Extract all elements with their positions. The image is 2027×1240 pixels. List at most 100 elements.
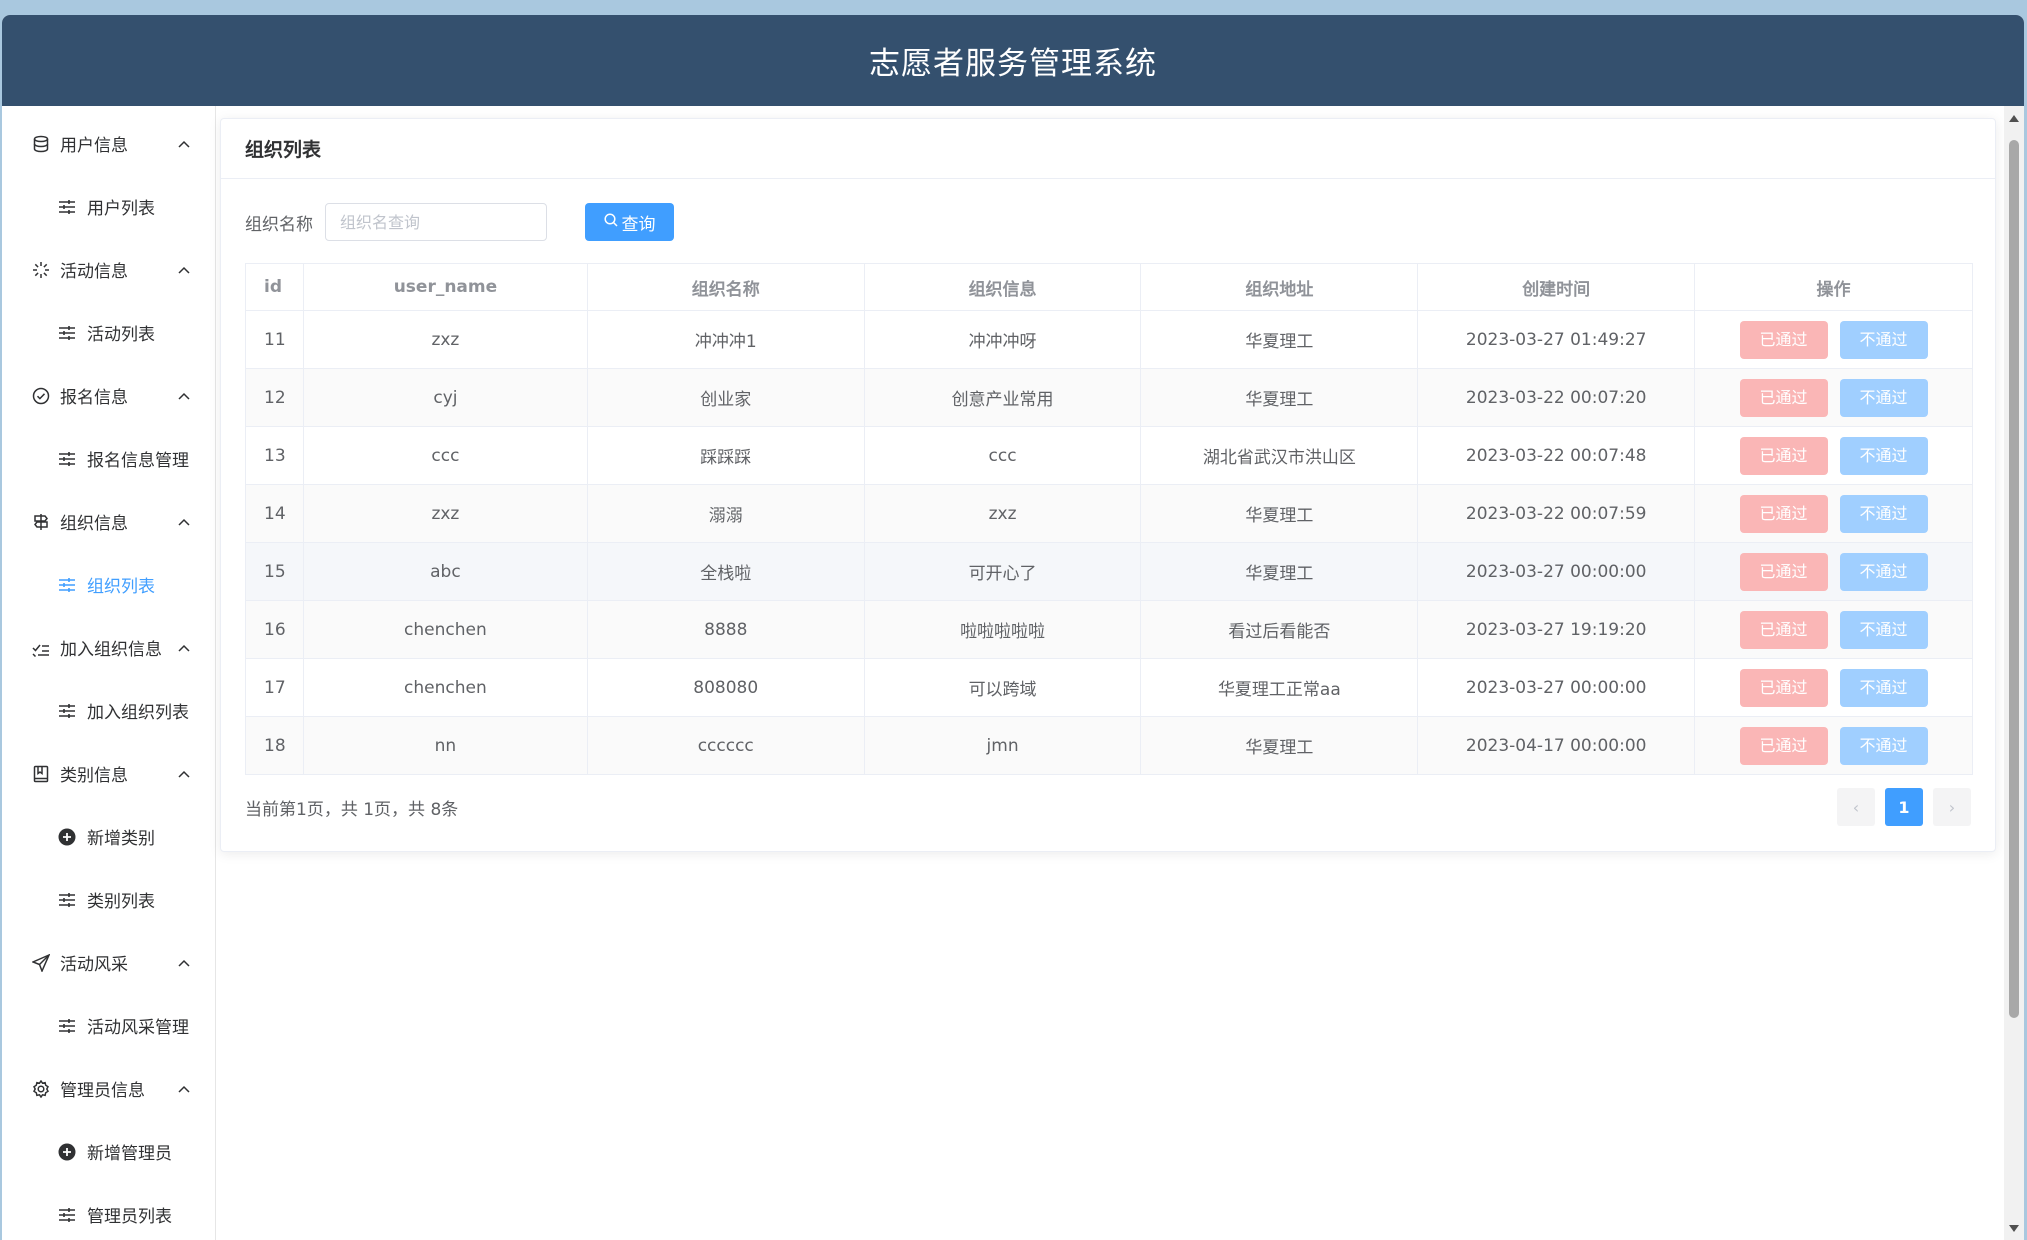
cell-created-time: 2023-03-27 00:00:00 [1417, 658, 1696, 717]
plus-circle-icon [57, 827, 77, 847]
reject-button[interactable]: 不通过 [1839, 668, 1928, 707]
approved-button[interactable]: 已通过 [1739, 320, 1828, 359]
next-page-button[interactable]: › [1933, 788, 1971, 826]
menu-group-user-info: 用户信息 用户列表 [2, 112, 215, 238]
menu-group-join-org-info: 加入组织信息 加入组织列表 [2, 616, 215, 742]
table-row[interactable]: 17 chenchen 808080 可以跨域 华夏理工正常aa 2023-03… [245, 658, 1973, 717]
sidebar-item-join-org-list[interactable]: 加入组织列表 [2, 679, 215, 742]
sidebar-item-user-list[interactable]: 用户列表 [2, 175, 215, 238]
reject-button[interactable]: 不通过 [1839, 552, 1928, 591]
column-header-created-time[interactable]: 创建时间 [1417, 263, 1696, 311]
sidebar-item-add-admin[interactable]: 新增管理员 [2, 1120, 215, 1183]
table-row[interactable]: 11 zxz 冲冲冲1 冲冲冲呀 华夏理工 2023-03-27 01:49:2… [245, 310, 1973, 369]
column-header-org-name[interactable]: 组织名称 [586, 263, 865, 311]
cell-org-name: 冲冲冲1 [586, 310, 865, 369]
reject-button[interactable]: 不通过 [1839, 610, 1928, 649]
cell-user-name: zxz [302, 484, 588, 543]
chevron-up-icon [177, 767, 191, 781]
sidebar-item-label: 用户列表 [87, 199, 155, 219]
column-header-id[interactable]: id [245, 263, 304, 311]
menu-title-label: 活动风采 [60, 955, 128, 975]
cell-org-name: 溺溺 [586, 484, 865, 543]
column-header-user-name[interactable]: user_name [302, 263, 588, 311]
table-row[interactable]: 15 abc 全栈啦 可开心了 华夏理工 2023-03-27 00:00:00… [245, 542, 1973, 601]
cell-created-time: 2023-03-27 19:19:20 [1417, 600, 1696, 659]
sidebar-item-category-list[interactable]: 类别列表 [2, 868, 215, 931]
table-row[interactable]: 12 cyj 创业家 创意产业常用 华夏理工 2023-03-22 00:07:… [245, 368, 1973, 427]
org-name-search-input[interactable] [325, 203, 547, 241]
menu-title-category-info[interactable]: 类别信息 [2, 742, 215, 805]
menu-title-user-info[interactable]: 用户信息 [2, 112, 215, 175]
approved-button[interactable]: 已通过 [1739, 378, 1828, 417]
menu-title-join-org-info[interactable]: 加入组织信息 [2, 616, 215, 679]
column-header-org-address[interactable]: 组织地址 [1140, 263, 1419, 311]
reject-button[interactable]: 不通过 [1839, 436, 1928, 475]
menu-group-org-info: 组织信息 组织列表 [2, 490, 215, 616]
cell-actions: 已通过 不通过 [1694, 716, 1973, 775]
cell-org-name: 踩踩踩 [586, 426, 865, 485]
cell-actions: 已通过 不通过 [1694, 658, 1973, 717]
reject-button[interactable]: 不通过 [1839, 378, 1928, 417]
sidebar-item-admin-list[interactable]: 管理员列表 [2, 1183, 215, 1240]
menu-title-activity-style[interactable]: 活动风采 [2, 931, 215, 994]
approved-button[interactable]: 已通过 [1739, 668, 1828, 707]
sidebar-item-activity-list[interactable]: 活动列表 [2, 301, 215, 364]
gear-icon [30, 1078, 52, 1100]
cell-actions: 已通过 不通过 [1694, 600, 1973, 659]
cell-org-address: 华夏理工 [1140, 310, 1419, 369]
menu-title-label: 管理员信息 [60, 1081, 145, 1101]
sidebar-item-signup-manage[interactable]: 报名信息管理 [2, 427, 215, 490]
cell-org-info: ccc [863, 426, 1142, 485]
cell-org-address: 华夏理工 [1140, 716, 1419, 775]
approved-button[interactable]: 已通过 [1739, 726, 1828, 765]
reject-button[interactable]: 不通过 [1839, 320, 1928, 359]
cell-org-info: 可以跨域 [863, 658, 1142, 717]
table-row[interactable]: 14 zxz 溺溺 zxz 华夏理工 2023-03-22 00:07:59 已… [245, 484, 1973, 543]
cell-id: 15 [245, 542, 304, 601]
approved-button[interactable]: 已通过 [1739, 552, 1828, 591]
plus-circle-icon [57, 1142, 77, 1162]
vertical-scrollbar[interactable] [2004, 106, 2024, 1240]
prev-page-button[interactable]: ‹ [1837, 788, 1875, 826]
reject-button[interactable]: 不通过 [1839, 494, 1928, 533]
menu-title-signup-info[interactable]: 报名信息 [2, 364, 215, 427]
table-row[interactable]: 18 nn cccccc jmn 华夏理工 2023-04-17 00:00:0… [245, 716, 1973, 775]
query-button[interactable]: 查询 [585, 203, 674, 241]
search-label: 组织名称 [245, 214, 313, 235]
menu-title-admin-info[interactable]: 管理员信息 [2, 1057, 215, 1120]
menu-title-label: 组织信息 [60, 514, 128, 534]
scroll-down-arrow-icon[interactable] [2008, 1222, 2020, 1234]
menu-title-org-info[interactable]: 组织信息 [2, 490, 215, 553]
cell-actions: 已通过 不通过 [1694, 310, 1973, 369]
cell-org-info: zxz [863, 484, 1142, 543]
cell-org-name: 808080 [586, 658, 865, 717]
sliders-icon [57, 1016, 77, 1036]
menu-title-activity-info[interactable]: 活动信息 [2, 238, 215, 301]
table-row[interactable]: 16 chenchen 8888 啦啦啦啦啦 看过后看能否 2023-03-27… [245, 600, 1973, 659]
menu-title-label: 报名信息 [60, 388, 128, 408]
cell-org-address: 华夏理工正常aa [1140, 658, 1419, 717]
sidebar-item-add-category[interactable]: 新增类别 [2, 805, 215, 868]
sparkle-icon [30, 259, 52, 281]
column-header-org-info[interactable]: 组织信息 [863, 263, 1142, 311]
cell-id: 14 [245, 484, 304, 543]
page-number-current[interactable]: 1 [1885, 788, 1923, 826]
cell-org-name: 创业家 [586, 368, 865, 427]
approved-button[interactable]: 已通过 [1739, 436, 1828, 475]
database-icon [30, 133, 52, 155]
reject-button[interactable]: 不通过 [1839, 726, 1928, 765]
sidebar-item-label: 组织列表 [87, 577, 155, 597]
sliders-icon [57, 890, 77, 910]
cell-created-time: 2023-04-17 00:00:00 [1417, 716, 1696, 775]
scrollbar-thumb[interactable] [2009, 140, 2019, 1018]
cell-org-address: 华夏理工 [1140, 542, 1419, 601]
chevron-up-icon [177, 389, 191, 403]
cell-org-info: 创意产业常用 [863, 368, 1142, 427]
sidebar-item-activity-style-manage[interactable]: 活动风采管理 [2, 994, 215, 1057]
approved-button[interactable]: 已通过 [1739, 610, 1828, 649]
sidebar-item-org-list[interactable]: 组织列表 [2, 553, 215, 616]
approved-button[interactable]: 已通过 [1739, 494, 1828, 533]
app-title: 志愿者服务管理系统 [869, 46, 1157, 82]
scroll-up-arrow-icon[interactable] [2008, 112, 2020, 124]
table-row[interactable]: 13 ccc 踩踩踩 ccc 湖北省武汉市洪山区 2023-03-22 00:0… [245, 426, 1973, 485]
